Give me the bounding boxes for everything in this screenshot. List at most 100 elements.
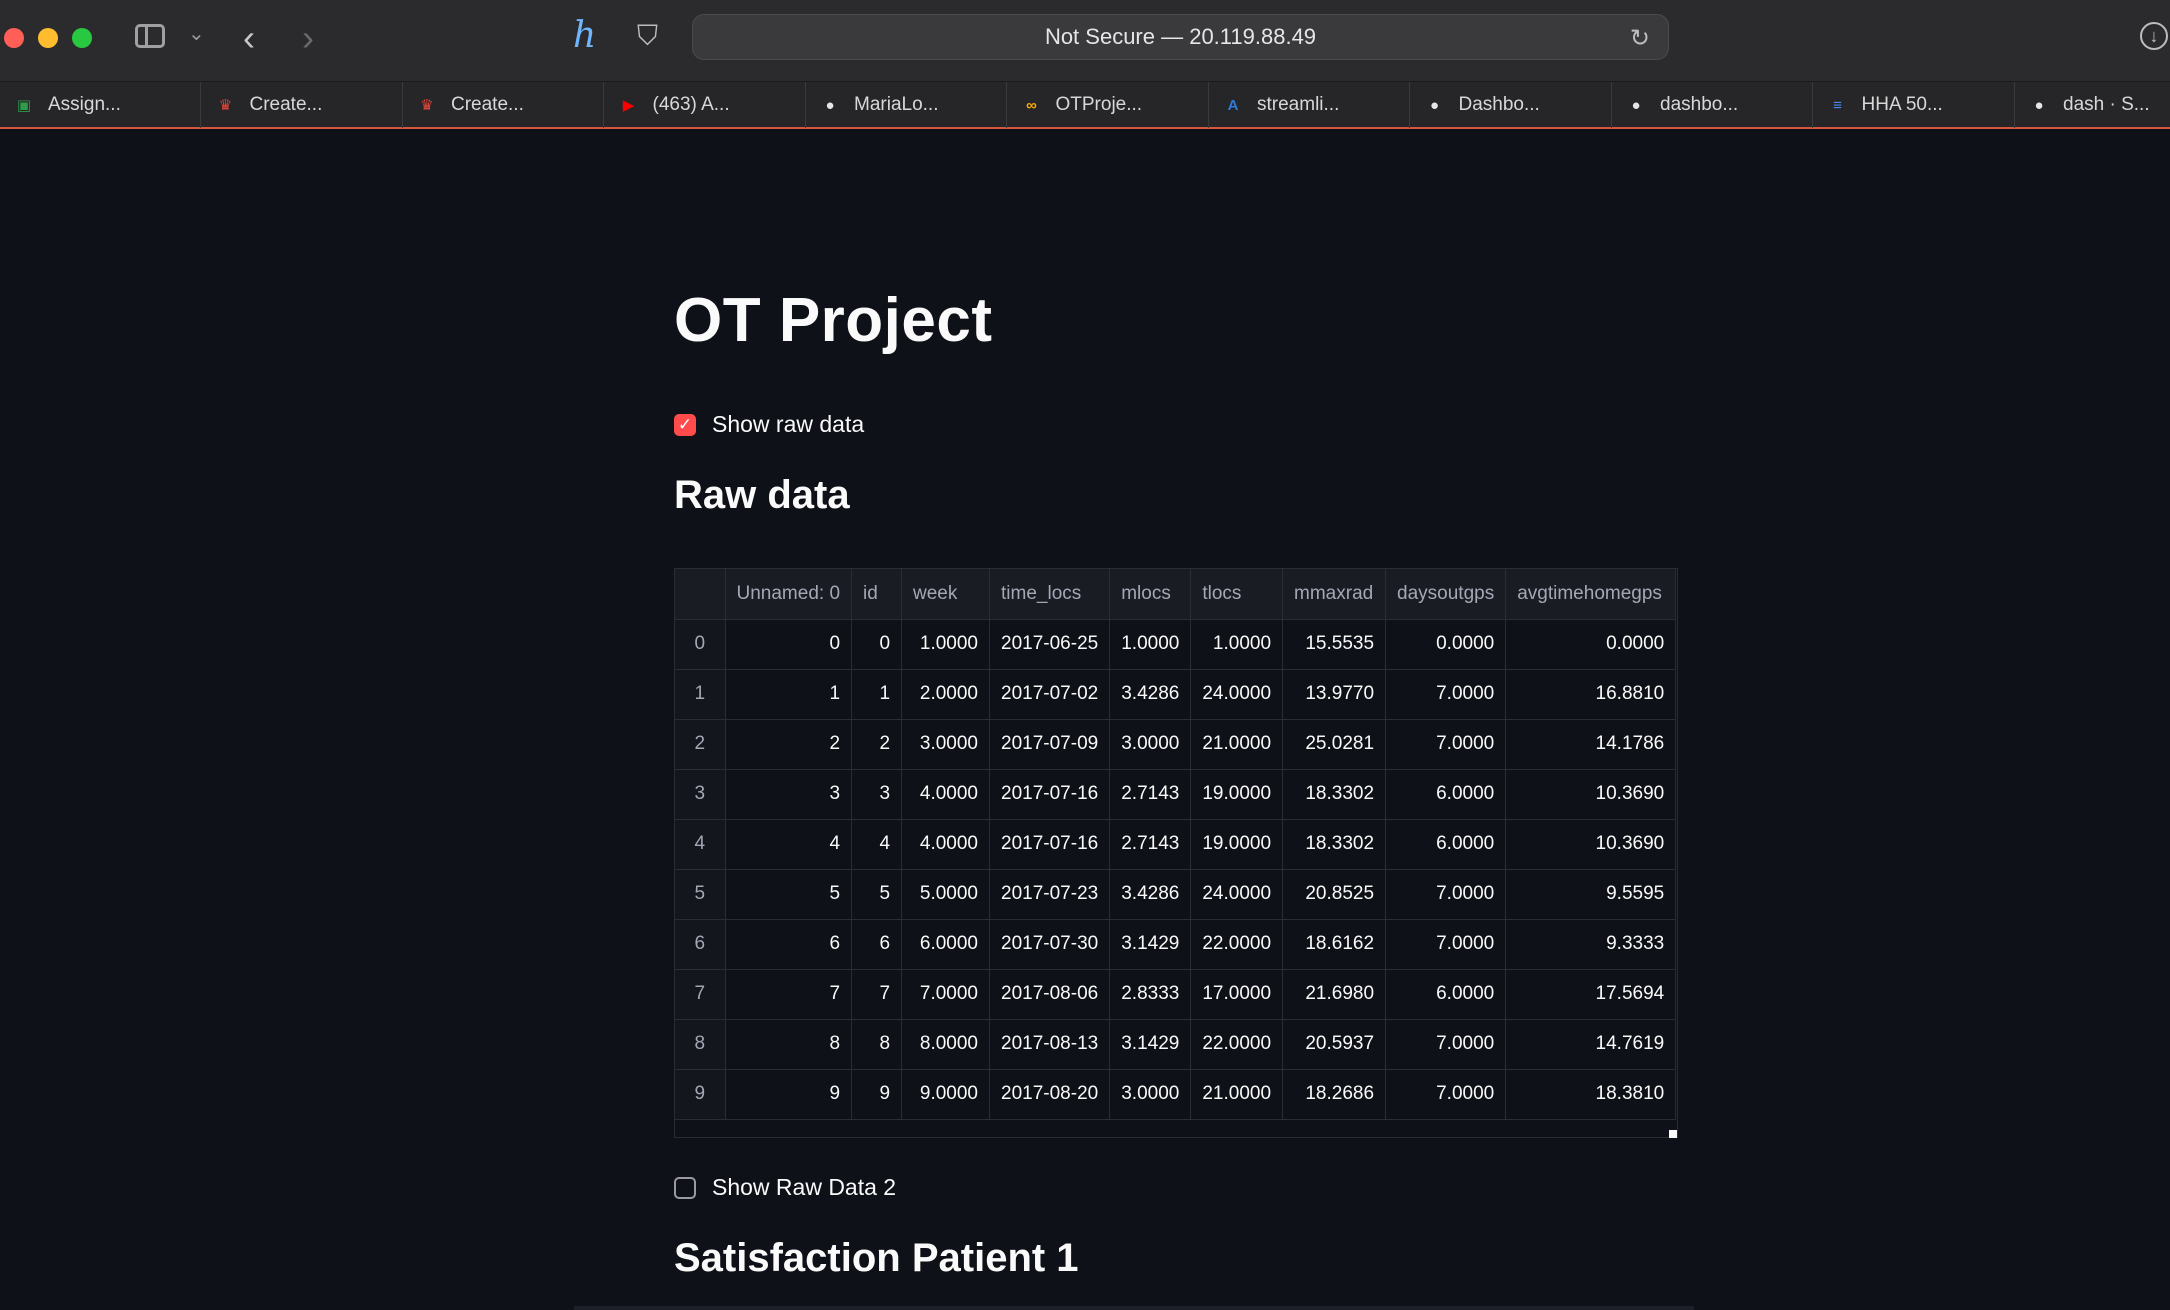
table-cell[interactable]: 3.0000 xyxy=(1109,719,1192,770)
table-cell[interactable]: 6 xyxy=(851,919,903,970)
table-cell[interactable]: 14.7619 xyxy=(1505,1019,1677,1070)
table-cell[interactable]: 21.0000 xyxy=(1190,719,1284,770)
column-header[interactable]: mmaxrad xyxy=(1282,569,1387,620)
table-cell[interactable]: 6.0000 xyxy=(1385,769,1507,820)
table-row[interactable]: 9 9 9 9.0000 2017-08-20 3.0000 21.0000 18.2686 7… xyxy=(675,1069,1677,1120)
table-cell[interactable]: 6.0000 xyxy=(1385,969,1507,1020)
shield-icon[interactable]: ⛉ xyxy=(637,22,658,50)
table-cell[interactable]: 2.8333 xyxy=(1109,969,1192,1020)
table-cell[interactable]: 7 xyxy=(851,969,903,1020)
table-cell[interactable]: 0.0000 xyxy=(1385,619,1507,670)
table-cell[interactable]: 7 xyxy=(725,969,853,1020)
browser-tab[interactable]: Astreamli... xyxy=(1209,82,1410,128)
table-cell[interactable]: 4.0000 xyxy=(901,819,991,870)
column-header[interactable]: tlocs xyxy=(1190,569,1284,620)
table-cell[interactable]: 7.0000 xyxy=(1385,1019,1507,1070)
row-index[interactable]: 7 xyxy=(675,969,726,1020)
table-row[interactable]: 8 8 8 8.0000 2017-08-13 3.1429 22.0000 20.5937 7… xyxy=(675,1019,1677,1070)
row-index[interactable]: 6 xyxy=(675,919,726,970)
chevron-down-icon[interactable]: ⌄ xyxy=(188,24,205,44)
table-cell[interactable]: 1.0000 xyxy=(1190,619,1284,670)
table-cell[interactable]: 18.6162 xyxy=(1282,919,1387,970)
table-cell[interactable]: 2.7143 xyxy=(1109,769,1192,820)
table-cell[interactable]: 2017-08-20 xyxy=(989,1069,1111,1120)
table-cell[interactable]: 8 xyxy=(851,1019,903,1070)
row-index[interactable]: 2 xyxy=(675,719,726,770)
table-row[interactable]: 3 3 3 4.0000 2017-07-16 2.7143 19.0000 18.3302 6… xyxy=(675,769,1677,820)
table-cell[interactable]: 6.0000 xyxy=(1385,819,1507,870)
table-cell[interactable]: 9.5595 xyxy=(1505,869,1677,920)
table-cell[interactable]: 21.6980 xyxy=(1282,969,1387,1020)
table-cell[interactable]: 7.0000 xyxy=(901,969,991,1020)
table-cell[interactable]: 3.1429 xyxy=(1109,919,1192,970)
table-cell[interactable]: 10.3690 xyxy=(1505,819,1677,870)
column-header[interactable]: week xyxy=(901,569,991,620)
table-cell[interactable]: 2017-07-09 xyxy=(989,719,1111,770)
table-cell[interactable]: 3.0000 xyxy=(1109,1069,1192,1120)
browser-tab[interactable]: ▣ Assign... xyxy=(0,82,201,128)
table-cell[interactable]: 7.0000 xyxy=(1385,1069,1507,1120)
table-cell[interactable]: 9.3333 xyxy=(1505,919,1677,970)
table-cell[interactable]: 13.9770 xyxy=(1282,669,1387,720)
table-cell[interactable]: 2.7143 xyxy=(1109,819,1192,870)
table-cell[interactable]: 2017-07-16 xyxy=(989,819,1111,870)
column-header[interactable] xyxy=(675,569,726,620)
table-cell[interactable]: 19.0000 xyxy=(1190,769,1284,820)
column-header[interactable]: daysoutgps xyxy=(1385,569,1507,620)
table-cell[interactable]: 3.4286 xyxy=(1109,869,1192,920)
table-row[interactable]: 6 6 6 6.0000 2017-07-30 3.1429 22.0000 18.6162 7… xyxy=(675,919,1677,970)
table-cell[interactable]: 3 xyxy=(725,769,853,820)
table-cell[interactable]: 4.0000 xyxy=(901,769,991,820)
row-index[interactable]: 4 xyxy=(675,819,726,870)
table-cell[interactable]: 21.0000 xyxy=(1190,1069,1284,1120)
table-cell[interactable]: 17.5694 xyxy=(1505,969,1677,1020)
table-cell[interactable]: 9 xyxy=(725,1069,853,1120)
table-cell[interactable]: 15.5535 xyxy=(1282,619,1387,670)
table-cell[interactable]: 16.8810 xyxy=(1505,669,1677,720)
table-cell[interactable]: 18.3810 xyxy=(1505,1069,1677,1120)
table-cell[interactable]: 2017-07-16 xyxy=(989,769,1111,820)
table-cell[interactable]: 0.0000 xyxy=(1505,619,1677,670)
table-cell[interactable]: 0 xyxy=(725,619,853,670)
table-cell[interactable]: 3.4286 xyxy=(1109,669,1192,720)
table-cell[interactable]: 5 xyxy=(851,869,903,920)
table-row[interactable]: 7 7 7 7.0000 2017-08-06 2.8333 17.0000 21.6980 6… xyxy=(675,969,1677,1020)
honey-extension-icon[interactable]: h xyxy=(573,18,596,54)
table-cell[interactable]: 7.0000 xyxy=(1385,919,1507,970)
table-cell[interactable]: 0 xyxy=(851,619,903,670)
checkbox-unchecked-icon[interactable] xyxy=(674,1176,696,1199)
show-raw-data-2-checkbox[interactable]: Show Raw Data 2 xyxy=(674,1174,896,1201)
table-cell[interactable]: 8 xyxy=(725,1019,853,1070)
table-cell[interactable]: 1.0000 xyxy=(901,619,991,670)
browser-tab[interactable]: ● MariaLo... xyxy=(806,82,1007,128)
table-row[interactable]: 2 2 2 3.0000 2017-07-09 3.0000 21.0000 25.0281 7… xyxy=(675,719,1677,770)
table-cell[interactable]: 19.0000 xyxy=(1190,819,1284,870)
table-cell[interactable]: 7.0000 xyxy=(1385,869,1507,920)
zoom-window-button[interactable] xyxy=(72,28,92,48)
column-header[interactable]: Unnamed: 0 xyxy=(725,569,853,620)
column-header[interactable]: avgtimehomegps xyxy=(1505,569,1677,620)
column-header[interactable]: mlocs xyxy=(1109,569,1192,620)
reload-icon[interactable]: ↻ xyxy=(1630,24,1650,53)
table-cell[interactable]: 6 xyxy=(725,919,853,970)
table-cell[interactable]: 9 xyxy=(851,1069,903,1120)
table-cell[interactable]: 17.0000 xyxy=(1190,969,1284,1020)
table-cell[interactable]: 5.0000 xyxy=(901,869,991,920)
table-cell[interactable]: 2.0000 xyxy=(901,669,991,720)
table-cell[interactable]: 6.0000 xyxy=(901,919,991,970)
table-cell[interactable]: 2017-06-25 xyxy=(989,619,1111,670)
table-cell[interactable]: 2017-07-02 xyxy=(989,669,1111,720)
downloads-icon[interactable]: ↓ xyxy=(2140,22,2168,50)
table-cell[interactable]: 8.0000 xyxy=(901,1019,991,1070)
table-row[interactable]: 4 4 4 4.0000 2017-07-16 2.7143 19.0000 18.3302 6… xyxy=(675,819,1677,870)
table-row[interactable]: 5 5 5 5.0000 2017-07-23 3.4286 24.0000 20.8525 7… xyxy=(675,869,1677,920)
column-header[interactable]: id xyxy=(851,569,903,620)
table-cell[interactable]: 18.3302 xyxy=(1282,819,1387,870)
table-cell[interactable]: 3.0000 xyxy=(901,719,991,770)
back-icon[interactable]: ‹ xyxy=(243,20,255,56)
row-index[interactable]: 3 xyxy=(675,769,726,820)
minimize-window-button[interactable] xyxy=(38,28,58,48)
browser-tab[interactable]: ♛ Create... xyxy=(202,82,403,128)
table-cell[interactable]: 1 xyxy=(851,669,903,720)
row-index[interactable]: 1 xyxy=(675,669,726,720)
